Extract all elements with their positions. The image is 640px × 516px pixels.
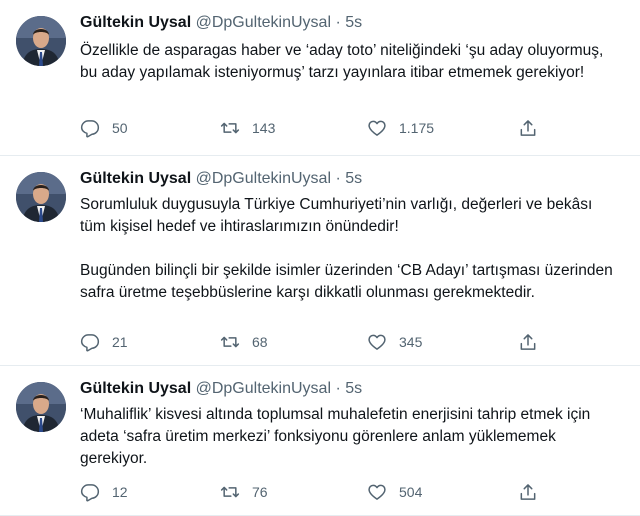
reply-icon	[80, 332, 100, 352]
avatar[interactable]	[16, 172, 66, 222]
separator: ·	[335, 380, 341, 397]
tweet-actions: 21 68 345	[80, 332, 540, 356]
author-name[interactable]: Gültekin Uysal	[80, 170, 191, 187]
tweet-text: Sorumluluk duygusuyla Türkiye Cumhuriyet…	[80, 194, 620, 304]
tweet-header: Gültekin Uysal @DpGultekinUysal · 5s	[80, 170, 362, 188]
reply-count: 50	[112, 120, 128, 136]
tweet[interactable]: Gültekin Uysal @DpGultekinUysal · 5s ‘Mu…	[0, 366, 640, 516]
like-button[interactable]: 345	[367, 332, 422, 352]
like-button[interactable]: 1.175	[367, 118, 434, 138]
tweet[interactable]: Gültekin Uysal @DpGultekinUysal · 5s Sor…	[0, 156, 640, 366]
tweet-paragraph: Özellikle de asparagas haber ve ‘aday to…	[80, 42, 604, 81]
tweet-paragraph: Bugünden bilinçli bir şekilde isimler üz…	[80, 262, 613, 301]
tweet-paragraph: ‘Muhaliflik’ kisvesi altında toplumsal m…	[80, 406, 591, 467]
retweet-icon	[220, 332, 240, 352]
reply-icon	[80, 482, 100, 502]
share-icon	[518, 482, 538, 502]
avatar[interactable]	[16, 382, 66, 432]
tweet[interactable]: Gültekin Uysal @DpGultekinUysal · 5s Öze…	[0, 0, 640, 156]
retweet-button[interactable]: 76	[220, 482, 268, 502]
like-count: 504	[399, 484, 423, 500]
share-button[interactable]	[518, 482, 538, 502]
author-name[interactable]: Gültekin Uysal	[80, 380, 191, 397]
reply-button[interactable]: 21	[80, 332, 128, 352]
avatar[interactable]	[16, 16, 66, 66]
retweet-count: 143	[252, 120, 276, 136]
share-icon	[518, 332, 538, 352]
timestamp[interactable]: 5s	[345, 170, 362, 187]
share-icon	[518, 118, 538, 138]
tweet-text: ‘Muhaliflik’ kisvesi altında toplumsal m…	[80, 404, 620, 470]
like-button[interactable]: 504	[367, 482, 422, 502]
separator: ·	[335, 170, 341, 187]
tweet-actions: 12 76 504	[80, 482, 540, 506]
heart-icon	[367, 482, 387, 502]
retweet-button[interactable]: 68	[220, 332, 268, 352]
reply-button[interactable]: 12	[80, 482, 128, 502]
author-handle[interactable]: @DpGultekinUysal	[196, 170, 331, 187]
tweet-header: Gültekin Uysal @DpGultekinUysal · 5s	[80, 14, 362, 32]
tweet-paragraph: Sorumluluk duygusuyla Türkiye Cumhuriyet…	[80, 196, 593, 235]
retweet-icon	[220, 482, 240, 502]
heart-icon	[367, 332, 387, 352]
separator: ·	[335, 14, 341, 31]
reply-count: 12	[112, 484, 128, 500]
tweet-actions: 50 143 1.175	[80, 118, 540, 142]
reply-icon	[80, 118, 100, 138]
retweet-count: 76	[252, 484, 268, 500]
share-button[interactable]	[518, 118, 538, 138]
author-name[interactable]: Gültekin Uysal	[80, 14, 191, 31]
timestamp[interactable]: 5s	[345, 380, 362, 397]
like-count: 1.175	[399, 120, 435, 136]
retweet-count: 68	[252, 334, 268, 350]
retweet-icon	[220, 118, 240, 138]
share-button[interactable]	[518, 332, 538, 352]
reply-button[interactable]: 50	[80, 118, 128, 138]
tweet-header: Gültekin Uysal @DpGultekinUysal · 5s	[80, 380, 362, 398]
like-count: 345	[399, 334, 423, 350]
author-handle[interactable]: @DpGultekinUysal	[196, 380, 331, 397]
retweet-button[interactable]: 143	[220, 118, 275, 138]
tweet-text: Özellikle de asparagas haber ve ‘aday to…	[80, 40, 620, 84]
heart-icon	[367, 118, 387, 138]
author-handle[interactable]: @DpGultekinUysal	[196, 14, 331, 31]
timestamp[interactable]: 5s	[345, 14, 362, 31]
reply-count: 21	[112, 334, 128, 350]
